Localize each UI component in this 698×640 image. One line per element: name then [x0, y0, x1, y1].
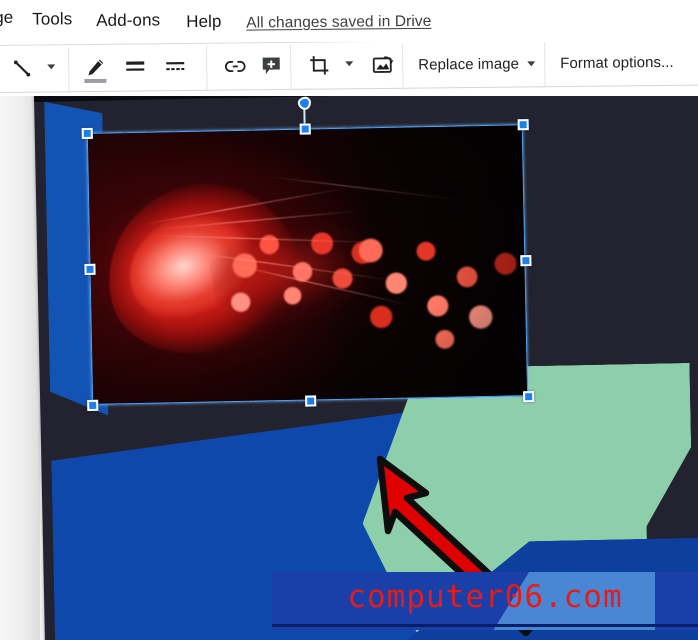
reset-image-icon [371, 54, 395, 76]
toolbar-separator-4 [402, 43, 404, 88]
line-tool-button[interactable] [6, 52, 38, 86]
line-dash-icon [164, 57, 186, 77]
menu-item-image[interactable]: ge [0, 8, 13, 28]
handle-bottom-left[interactable] [86, 399, 98, 411]
watermark-bottom-line [272, 624, 698, 627]
toolbar-separator-2 [206, 45, 208, 90]
save-status-label[interactable]: All changes saved in Drive [246, 13, 431, 33]
selection-frame [86, 124, 529, 405]
replace-image-button[interactable]: Replace image [418, 48, 535, 79]
toolbar-separator-5 [544, 42, 546, 87]
handle-middle-right[interactable] [519, 254, 532, 266]
line-icon [11, 58, 33, 80]
handle-middle-left[interactable] [83, 263, 96, 275]
crop-image-button[interactable] [304, 48, 334, 82]
line-weight-icon [124, 57, 146, 77]
crop-dropdown-caret[interactable] [345, 61, 354, 67]
handle-top-left[interactable] [81, 127, 93, 139]
line-weight-button[interactable] [120, 50, 150, 84]
handle-bottom-center[interactable] [304, 394, 316, 407]
comment-plus-icon [260, 55, 282, 77]
watermark-banner: computer06.com [272, 572, 698, 630]
reset-image-button[interactable] [368, 48, 398, 82]
crop-icon [308, 54, 330, 76]
insert-link-button[interactable] [220, 49, 250, 83]
toolbar-top-divider [0, 42, 698, 46]
handle-bottom-right[interactable] [522, 390, 534, 402]
toolbar-separator-1 [68, 47, 70, 92]
handle-top-center[interactable] [299, 122, 311, 135]
handle-top-right[interactable] [517, 118, 529, 130]
line-color-swatch[interactable] [84, 78, 107, 84]
slide-surface[interactable] [34, 96, 698, 640]
format-options-button[interactable]: Format options... [560, 47, 674, 78]
replace-image-caret[interactable] [526, 60, 535, 66]
menu-item-tools[interactable]: Tools [32, 9, 72, 29]
link-icon [223, 58, 247, 74]
toolbar-bottom-divider [0, 84, 698, 93]
slide-top-edge [34, 96, 698, 102]
watermark-text: computer06.com [347, 579, 623, 615]
line-tool-dropdown-caret[interactable] [47, 64, 56, 70]
toolbar: Replace image Format options... [0, 42, 698, 97]
editor-canvas-area [0, 96, 698, 640]
format-options-label: Format options... [560, 53, 674, 72]
screenshot-root: ge Tools Add-ons Help All changes saved … [0, 0, 698, 640]
toolbar-separator-3 [290, 44, 292, 89]
replace-image-label: Replace image [418, 55, 520, 74]
add-comment-button[interactable] [256, 49, 286, 83]
menu-item-help[interactable]: Help [186, 12, 222, 32]
menu-item-add-ons[interactable]: Add-ons [96, 10, 160, 31]
line-dash-button[interactable] [160, 50, 190, 84]
pencil-icon [84, 57, 106, 79]
menu-bar: ge Tools Add-ons Help All changes saved … [0, 0, 698, 42]
rotate-handle[interactable] [295, 96, 314, 113]
canvas-left-gutter [0, 96, 40, 640]
